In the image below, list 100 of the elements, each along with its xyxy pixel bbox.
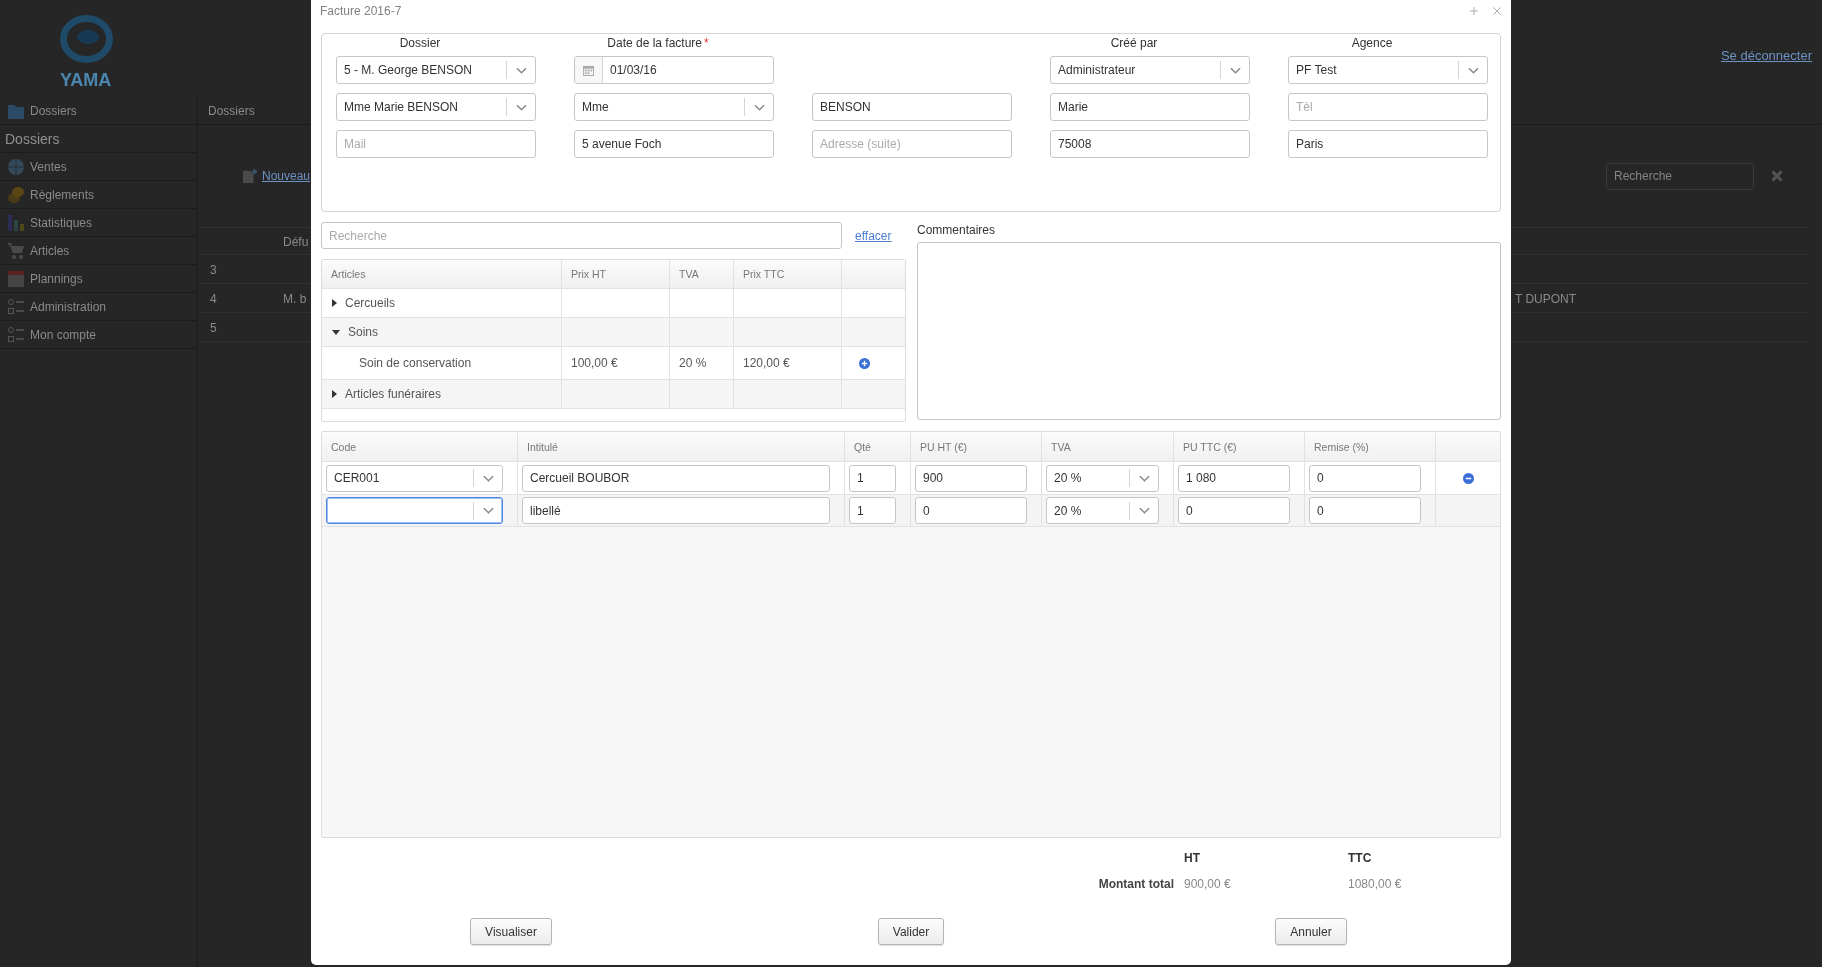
select-field[interactable]: Administrateur [1050, 56, 1250, 84]
sidebar-item[interactable]: Administration [0, 293, 197, 321]
chevron-down-icon [1467, 66, 1479, 74]
text-field[interactable]: Cercueil BOUBOR [522, 464, 830, 492]
total-heading: HT [1184, 850, 1201, 866]
column-header: Prix TTC [734, 260, 842, 288]
checklist-icon [8, 298, 24, 315]
text-field[interactable]: 1 [849, 464, 896, 492]
sidebar-item[interactable]: Ventes [0, 153, 197, 181]
text-field[interactable]: 900 [915, 464, 1027, 492]
table-cell: 5 [210, 321, 217, 335]
table-cell: 4 [210, 292, 217, 306]
globe-icon [8, 158, 24, 175]
logout-link[interactable]: Se déconnecter [1720, 48, 1812, 63]
comments-label: Commentaires [917, 222, 997, 238]
field-label: Créé par [1109, 35, 1159, 51]
column-header: Intitulé [518, 432, 845, 461]
coins-icon [8, 186, 24, 203]
cancel-button[interactable]: Annuler [1275, 918, 1347, 945]
column-header: Code [322, 432, 518, 461]
text-field[interactable]: 1 080 [1178, 464, 1290, 492]
caret-icon[interactable] [332, 299, 337, 307]
remove-icon[interactable] [1462, 472, 1474, 484]
chevron-down-icon [515, 66, 527, 74]
sidebar-item[interactable]: Statistiques [0, 209, 197, 237]
category-label[interactable]: Soins [348, 325, 379, 339]
column-header: TVA [1042, 432, 1174, 461]
sidebar-heading: Dossiers [0, 125, 197, 153]
select-field[interactable]: CER001 [326, 464, 503, 492]
table-cell-text: 120,00 € [742, 356, 790, 370]
field-label: Dossier [398, 35, 442, 51]
sidebar-item[interactable]: Mon compte [0, 321, 197, 349]
chevron-down-icon [1138, 507, 1150, 514]
preview-button[interactable]: Visualiser [470, 918, 552, 945]
dialog-title: Facture 2016-7 [320, 4, 402, 18]
select-field[interactable]: PF Test [1288, 56, 1488, 84]
total-value: 900,00 € [1184, 876, 1232, 892]
calendar-icon [8, 270, 24, 287]
total-heading: TTC [1348, 850, 1373, 866]
column-header: Articles [322, 260, 562, 288]
sidebar-item[interactable]: Plannings [0, 265, 197, 293]
text-field[interactable]: 0 [1309, 497, 1421, 524]
clear-link[interactable]: effacer [855, 228, 892, 243]
logo-text: YAMA [60, 71, 112, 89]
text-field[interactable]: Mail [336, 130, 536, 158]
column-header: PU HT (€) [911, 432, 1042, 461]
chevron-down-icon [753, 103, 765, 111]
folder-icon [8, 102, 24, 119]
select-field[interactable]: Mme Marie BENSON [336, 93, 536, 121]
text-field[interactable]: 1 [849, 497, 896, 524]
text-field[interactable]: 0 [1178, 497, 1290, 524]
field-label: Agence [1350, 35, 1394, 51]
caret-icon[interactable] [332, 329, 340, 335]
cart-icon [8, 242, 24, 259]
text-field[interactable]: 0 [1309, 464, 1421, 492]
caret-icon[interactable] [332, 390, 337, 398]
text-field[interactable]: Marie [1050, 93, 1250, 121]
validate-button[interactable]: Valider [877, 918, 945, 945]
column-header: Qté [845, 432, 911, 461]
chevron-down-icon [482, 507, 494, 514]
sidebar-item[interactable]: Dossiers [0, 97, 197, 125]
table-cell: T DUPONT [1515, 292, 1577, 306]
category-label[interactable]: Articles funéraires [345, 387, 442, 401]
table-cell-text: 100,00 € [570, 356, 618, 370]
logo-icon [60, 15, 113, 63]
text-field[interactable]: 0 [915, 497, 1027, 524]
category-label[interactable]: Cercueils [345, 296, 395, 310]
select-field[interactable] [326, 497, 503, 524]
comments-field[interactable] [917, 242, 1501, 420]
select-field[interactable]: 20 % [1046, 464, 1159, 492]
chevron-down-icon [1138, 474, 1150, 482]
select-field[interactable]: Mme [574, 93, 774, 121]
chevron-down-icon [515, 103, 527, 111]
sidebar-item[interactable]: Articles [0, 237, 197, 265]
new-link[interactable]: Nouveau [262, 169, 311, 183]
text-field[interactable]: Tèl [1288, 93, 1488, 121]
text-field[interactable]: 5 avenue Foch [574, 130, 774, 158]
text-field[interactable]: 75008 [1050, 130, 1250, 158]
bar-chart-icon [8, 214, 24, 231]
select-field[interactable]: 20 % [1046, 497, 1159, 524]
column-header: TVA [670, 260, 734, 288]
text-field[interactable]: Paris [1288, 130, 1488, 158]
text-field[interactable]: libellé [522, 497, 830, 524]
chevron-down-icon [482, 474, 494, 482]
date-field[interactable]: 01/03/16 [574, 56, 774, 84]
column-header: Défu [283, 235, 309, 249]
select-field[interactable]: 5 - M. George BENSON [336, 56, 536, 84]
field-label: Date de la facture * [606, 35, 710, 51]
column-header: Prix HT [562, 260, 670, 288]
text-field[interactable]: BENSON [812, 93, 1012, 121]
table-cell: M. b [283, 292, 307, 306]
column-header: PU TTC (€) [1174, 432, 1305, 461]
text-field[interactable]: Adresse (suite) [812, 130, 1012, 158]
total-label: Montant total [1097, 876, 1175, 892]
search-field[interactable]: Recherche [1606, 162, 1754, 190]
add-icon[interactable] [859, 357, 870, 369]
sidebar-item[interactable]: Règlements [0, 181, 197, 209]
breadcrumb: Dossiers [208, 103, 255, 118]
chevron-down-icon [1229, 66, 1241, 74]
article-name: Soin de conservation [359, 356, 472, 370]
